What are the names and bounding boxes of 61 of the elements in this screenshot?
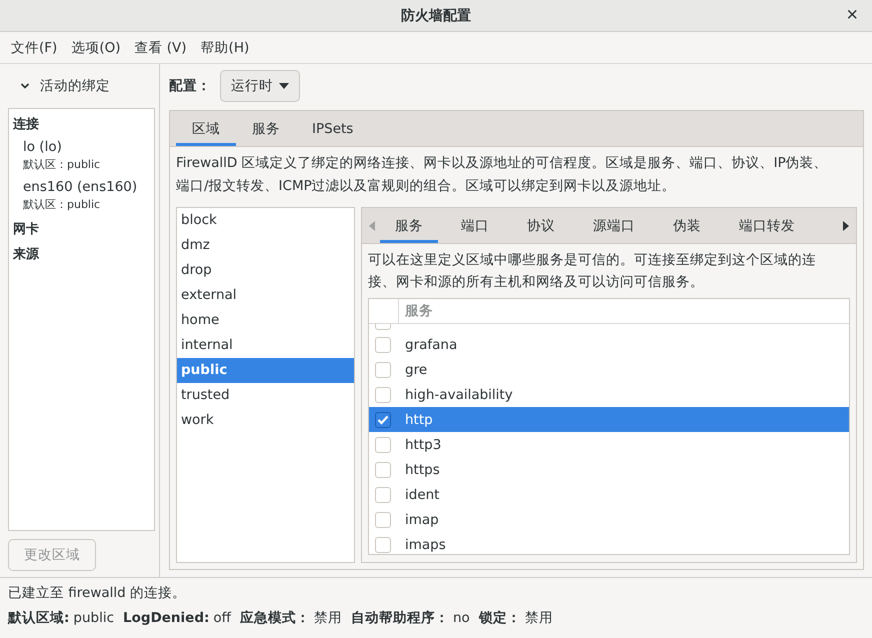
caret-icon <box>279 83 289 89</box>
scroll-left-icon[interactable] <box>368 220 376 230</box>
tab[interactable]: 源端口 <box>578 208 650 243</box>
zone-item[interactable]: dmz <box>177 233 354 258</box>
status-label: 应急模式： <box>240 610 310 626</box>
menu-item[interactable]: 查看 (V) <box>127 38 194 56</box>
status-value: public <box>73 610 114 626</box>
chevron-icon <box>20 81 30 91</box>
zone-item[interactable]: block <box>177 208 354 233</box>
service-row[interactable]: imap <box>369 507 849 532</box>
service-row[interactable]: http <box>369 407 849 432</box>
tab[interactable]: IPSets <box>296 111 370 146</box>
service-row[interactable]: high-availability <box>369 382 849 407</box>
section-label[interactable]: 来源 <box>13 242 150 267</box>
zone-item[interactable]: trusted <box>177 383 354 408</box>
zone-item[interactable]: internal <box>177 333 354 358</box>
status-message: 已建立至 firewalld 的连接。 <box>8 584 188 603</box>
close-button[interactable]: × <box>844 5 860 25</box>
scroll-right-icon[interactable] <box>842 220 850 230</box>
status-label: 锁定： <box>478 610 521 626</box>
service-row[interactable]: https <box>369 457 849 482</box>
tab[interactable]: 伪装 <box>658 208 716 243</box>
zone-item[interactable]: home <box>177 308 354 333</box>
binding-zone: 默认区：public <box>23 157 102 173</box>
status-value: off <box>213 610 231 626</box>
zone-item[interactable]: external <box>177 283 354 308</box>
service-row[interactable]: http3 <box>369 432 849 457</box>
zone-item[interactable]: work <box>177 408 354 433</box>
status-value: 禁用 <box>524 610 553 626</box>
services-description: 可以在这里定义区域中哪些服务是可信的。可连接至绑定到这个区域的连接、网卡和源的所有主机和网络及可以访问可信服务。 <box>367 251 817 292</box>
tab[interactable]: 端口 <box>446 208 504 243</box>
config-label: 配置： <box>169 77 211 95</box>
tab[interactable]: 服务 <box>236 111 296 146</box>
service-row[interactable]: ident <box>369 482 849 507</box>
binding-name[interactable]: ens160 (ens160) <box>23 177 150 197</box>
section-label[interactable]: 连接 <box>13 112 150 137</box>
service-row[interactable]: grafana <box>369 332 849 357</box>
status-value: no <box>452 610 470 626</box>
expander[interactable]: 活动的绑定 <box>8 64 155 108</box>
service-row[interactable]: gre <box>369 357 849 382</box>
menu-item[interactable]: 帮助(H) <box>194 38 256 56</box>
status-label: 自动帮助程序： <box>350 610 449 626</box>
tab[interactable]: 端口转发 <box>724 208 810 243</box>
window-title: 防火墙配置 <box>401 6 471 24</box>
menu-item[interactable]: 文件(F) <box>4 38 64 56</box>
tab[interactable]: 服务 <box>380 208 438 243</box>
config-dropdown[interactable]: 运行时 <box>220 70 300 102</box>
tab[interactable]: 协议 <box>512 208 570 243</box>
status-label: 默认区域: <box>8 610 70 626</box>
tab[interactable]: 区域 <box>176 111 236 146</box>
binding-name[interactable]: lo (lo) <box>23 137 150 157</box>
binding-zone: 默认区：public <box>23 197 102 213</box>
status-label: LogDenied: <box>123 610 210 626</box>
zone-item[interactable]: drop <box>177 258 354 283</box>
section-label[interactable]: 网卡 <box>13 217 150 242</box>
checkbox[interactable] <box>375 412 391 428</box>
zone-item[interactable]: public <box>177 358 354 383</box>
menu-item[interactable]: 选项(O) <box>64 38 128 56</box>
service-row[interactable]: imaps <box>369 532 849 554</box>
status-value: 禁用 <box>314 610 342 626</box>
zone-description: FirewallD 区域定义了绑定的网络连接、网卡以及源地址的可信程度。区域是服务、端口、协议、IP伪装、端口/报文转发、ICMP过滤以及富规则的组合。区域可以绑定到网卡以及源地址。 <box>175 154 829 196</box>
